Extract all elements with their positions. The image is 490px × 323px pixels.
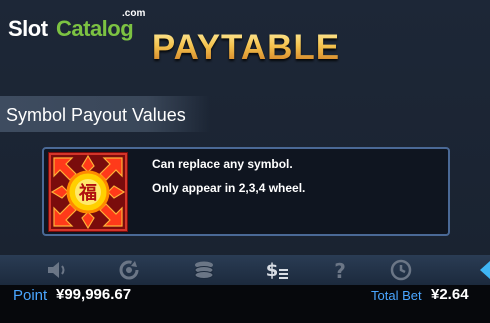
total-bet-value: ¥2.64 [431, 286, 469, 303]
paytable-icon[interactable]: $ [264, 257, 290, 283]
section-header: Symbol Payout Values [0, 96, 210, 132]
wild-description-line2: Only appear in 2,3,4 wheel. [152, 181, 306, 195]
svg-text:?: ? [334, 259, 346, 283]
autoplay-icon[interactable] [116, 257, 142, 283]
watermark-com-text: .com [122, 8, 146, 19]
balance-bar: Point ¥99,996.67 Total Bet ¥2.64 [0, 285, 490, 323]
page-title: PAYTABLE [0, 28, 490, 68]
paytable-screen: Slot Catalog .com PAYTABLE Symbol Payout… [0, 0, 490, 255]
chips-icon[interactable] [191, 257, 217, 283]
help-icon[interactable]: ? [327, 257, 353, 283]
wild-symbol-card: 福 Can replace any symbol. Only appear in… [42, 147, 450, 236]
section-title: Symbol Payout Values [6, 105, 186, 125]
fu-wild-symbol-icon: 福 [48, 152, 128, 232]
point-label: Point [13, 287, 48, 304]
back-arrow-icon[interactable] [474, 257, 490, 283]
total-bet-label: Total Bet [371, 288, 422, 303]
sound-icon[interactable] [44, 257, 70, 283]
fu-character: 福 [78, 182, 97, 204]
svg-text:$: $ [266, 260, 279, 281]
history-icon[interactable] [388, 257, 414, 283]
point-value: ¥99,996.67 [56, 286, 132, 303]
bottom-toolbar: $ ? [0, 255, 490, 285]
wild-description-line1: Can replace any symbol. [152, 157, 293, 171]
